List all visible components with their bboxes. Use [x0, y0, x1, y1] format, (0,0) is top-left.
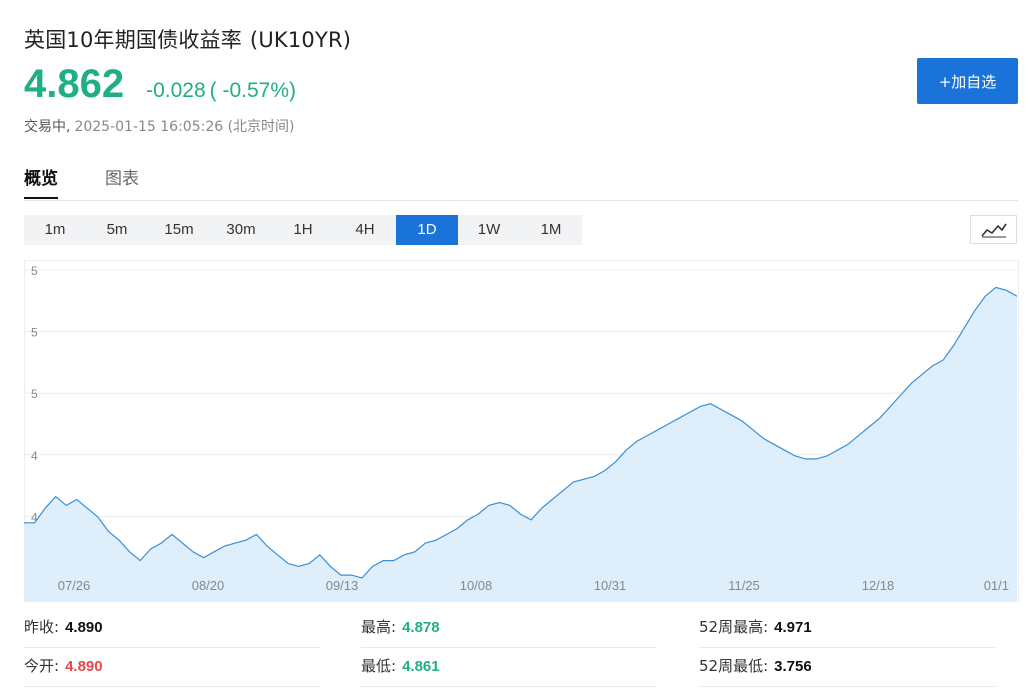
period-1h[interactable]: 1H	[272, 215, 334, 245]
period-1w[interactable]: 1W	[458, 215, 520, 245]
stat-value: 3.756	[774, 658, 812, 675]
trading-status: 交易中, 2025-01-15 16:05:26 (北京时间)	[24, 116, 295, 136]
x-tick-label: 07/26	[58, 578, 91, 593]
stat-item: 昨收: 4.890	[24, 610, 320, 648]
stat-value: 4.890	[65, 619, 103, 636]
x-tick-label: 11/25	[728, 578, 760, 593]
x-tick-label: 01/1	[984, 578, 1009, 593]
change-value: -0.028	[146, 79, 206, 102]
price-row: 4.862 -0.028( -0.57%)	[24, 62, 296, 107]
instrument-name: 英国10年期国债收益率	[24, 28, 242, 52]
period-1m[interactable]: 1M	[520, 215, 582, 245]
tab-overview[interactable]: 概览	[24, 164, 58, 199]
page-title: 英国10年期国债收益率 (UK10YR)	[24, 24, 351, 54]
stat-item: 今开: 4.890	[24, 649, 320, 687]
stat-value: 4.971	[774, 619, 812, 636]
instrument-code: (UK10YR)	[249, 28, 352, 52]
period-5m[interactable]: 5m	[86, 215, 148, 245]
period-1d[interactable]: 1D	[396, 215, 458, 245]
tab-chart[interactable]: 图表	[105, 164, 139, 189]
stat-label: 52周最低:	[699, 657, 769, 675]
stat-label: 最低:	[361, 657, 397, 675]
y-tick-label: 5	[31, 387, 38, 401]
stat-value: 4.878	[402, 619, 440, 636]
price-chart[interactable]: 55544407/2608/2009/1310/0810/3111/2512/1…	[24, 260, 1019, 602]
add-watchlist-button[interactable]: +加自选	[917, 58, 1018, 104]
y-tick-label: 5	[31, 264, 38, 278]
y-tick-label: 5	[31, 326, 38, 340]
stat-value: 4.861	[402, 658, 440, 675]
stat-item: 最高: 4.878	[361, 610, 657, 648]
status-label: 交易中,	[24, 119, 71, 135]
price-change: -0.028( -0.57%)	[146, 79, 296, 103]
y-tick-label: 4	[31, 449, 38, 463]
stat-label: 昨收:	[24, 618, 60, 636]
stat-value: 4.890	[65, 658, 103, 675]
line-chart-icon	[980, 223, 1007, 237]
x-tick-label: 12/18	[862, 578, 895, 593]
x-tick-label: 09/13	[326, 578, 359, 593]
x-tick-label: 10/08	[460, 578, 493, 593]
period-15m[interactable]: 15m	[148, 215, 210, 245]
stat-item: 52周最高: 4.971	[699, 610, 995, 648]
period-selector: 1m 5m 15m 30m 1H 4H 1D 1W 1M	[24, 215, 582, 245]
stat-label: 52周最高:	[699, 618, 769, 636]
stat-item: 52周最低: 3.756	[699, 649, 995, 687]
x-tick-label: 08/20	[192, 578, 225, 593]
x-tick-label: 10/31	[594, 578, 627, 593]
timestamp: 2025-01-15 16:05:26 (北京时间)	[74, 119, 295, 135]
period-4h[interactable]: 4H	[334, 215, 396, 245]
tab-bar: 概览 图表	[24, 160, 1018, 201]
stat-label: 最高:	[361, 618, 397, 636]
period-1m[interactable]: 1m	[24, 215, 86, 245]
period-30m[interactable]: 30m	[210, 215, 272, 245]
last-price: 4.862	[24, 62, 125, 106]
chart-type-toggle[interactable]	[970, 215, 1017, 244]
change-percent: ( -0.57%)	[209, 79, 297, 102]
stat-label: 今开:	[24, 657, 60, 675]
stat-item: 最低: 4.861	[361, 649, 657, 687]
